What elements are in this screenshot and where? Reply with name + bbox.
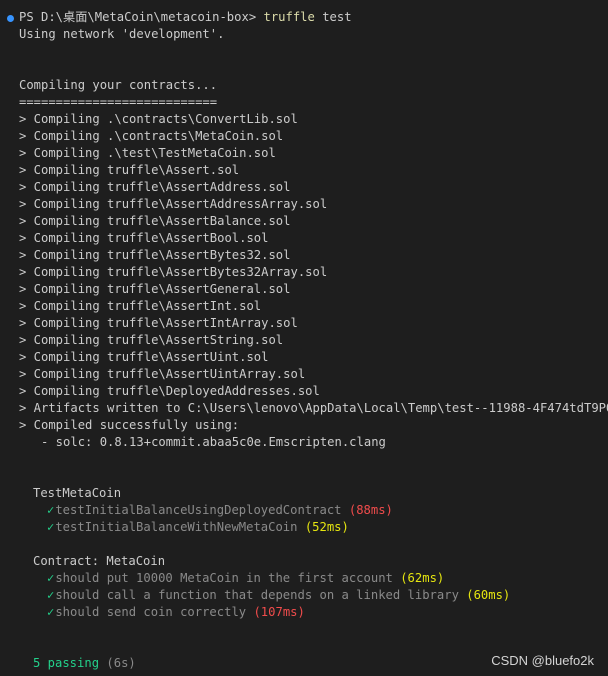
compile-log-line: > Artifacts written to C:\Users\lenovo\A… bbox=[19, 401, 608, 415]
prompt-status-dot-icon bbox=[7, 15, 14, 22]
compile-log-line: > Compiling truffle\DeployedAddresses.so… bbox=[19, 384, 320, 398]
test-name: should put 10000 MetaCoin in the first a… bbox=[55, 571, 393, 585]
suite-title: TestMetaCoin bbox=[33, 486, 122, 500]
test-name: testInitialBalanceWithNewMetaCoin bbox=[55, 520, 298, 534]
compile-log-line: > Compiling truffle\AssertUintArray.sol bbox=[19, 367, 306, 381]
test-result-row: ✓testInitialBalanceUsingDeployedContract… bbox=[47, 502, 393, 519]
test-duration: (60ms) bbox=[466, 588, 511, 602]
csdn-watermark: CSDN @bluefo2k bbox=[491, 653, 594, 668]
compile-log-line: > Compiling truffle\AssertInt.sol bbox=[19, 299, 262, 313]
command-args: test bbox=[314, 10, 352, 24]
compile-log-line: > Compiling truffle\AssertBool.sol bbox=[19, 231, 269, 245]
compile-log-line: > Compiling truffle\AssertString.sol bbox=[19, 333, 284, 347]
test-duration: (52ms) bbox=[304, 520, 349, 534]
compiling-header: Compiling your contracts... bbox=[19, 78, 218, 92]
test-name: should call a function that depends on a… bbox=[55, 588, 459, 602]
test-duration: (62ms) bbox=[400, 571, 445, 585]
compile-log-line: > Compiling truffle\AssertBytes32Array.s… bbox=[19, 265, 328, 279]
compile-log-line: > Compiling truffle\AssertGeneral.sol bbox=[19, 282, 291, 296]
test-name: should send coin correctly bbox=[55, 605, 247, 619]
compile-log-line: > Compiling truffle\AssertAddress.sol bbox=[19, 180, 291, 194]
compile-log-line: > Compiling .\contracts\MetaCoin.sol bbox=[19, 129, 284, 143]
compile-log-line: > Compiling truffle\AssertIntArray.sol bbox=[19, 316, 298, 330]
compile-log-line: - solc: 0.8.13+commit.abaa5c0e.Emscripte… bbox=[19, 435, 386, 449]
network-line: Using network 'development'. bbox=[19, 27, 225, 41]
compile-log-line: > Compiling truffle\Assert.sol bbox=[19, 163, 240, 177]
compile-log-line: > Compiling truffle\AssertAddressArray.s… bbox=[19, 197, 328, 211]
compile-log-line: > Compiling truffle\AssertBytes32.sol bbox=[19, 248, 291, 262]
suite-title: Contract: MetaCoin bbox=[33, 554, 166, 568]
test-result-row: ✓testInitialBalanceWithNewMetaCoin (52ms… bbox=[47, 519, 349, 536]
prompt-line: PS D:\桌面\MetaCoin\metacoin-box> truffle … bbox=[19, 9, 352, 26]
passing-count: 5 passing bbox=[33, 656, 100, 670]
summary-line: 5 passing (6s) bbox=[33, 655, 136, 672]
compile-log-line: > Compiling .\contracts\ConvertLib.sol bbox=[19, 112, 298, 126]
test-duration: (88ms) bbox=[348, 503, 393, 517]
test-result-row: ✓should call a function that depends on … bbox=[47, 587, 510, 604]
checkmark-icon: ✓ bbox=[47, 588, 55, 602]
compile-log-line: > Compiling truffle\AssertBalance.sol bbox=[19, 214, 291, 228]
prompt-prefix: PS D:\桌面\MetaCoin\metacoin-box> bbox=[19, 10, 264, 24]
checkmark-icon: ✓ bbox=[47, 503, 55, 517]
test-name: testInitialBalanceUsingDeployedContract bbox=[55, 503, 342, 517]
checkmark-icon: ✓ bbox=[47, 520, 55, 534]
test-result-row: ✓should put 10000 MetaCoin in the first … bbox=[47, 570, 444, 587]
total-duration: (6s) bbox=[106, 656, 136, 670]
compile-log-line: > Compiled successfully using: bbox=[19, 418, 240, 432]
compile-log-line: > Compiling truffle\AssertUint.sol bbox=[19, 350, 269, 364]
test-result-row: ✓should send coin correctly (107ms) bbox=[47, 604, 305, 621]
checkmark-icon: ✓ bbox=[47, 571, 55, 585]
checkmark-icon: ✓ bbox=[47, 605, 55, 619]
command-name: truffle bbox=[263, 10, 315, 24]
test-duration: (107ms) bbox=[253, 605, 305, 619]
compile-log-line: > Compiling .\test\TestMetaCoin.sol bbox=[19, 146, 276, 160]
separator-line: =========================== bbox=[19, 95, 218, 109]
